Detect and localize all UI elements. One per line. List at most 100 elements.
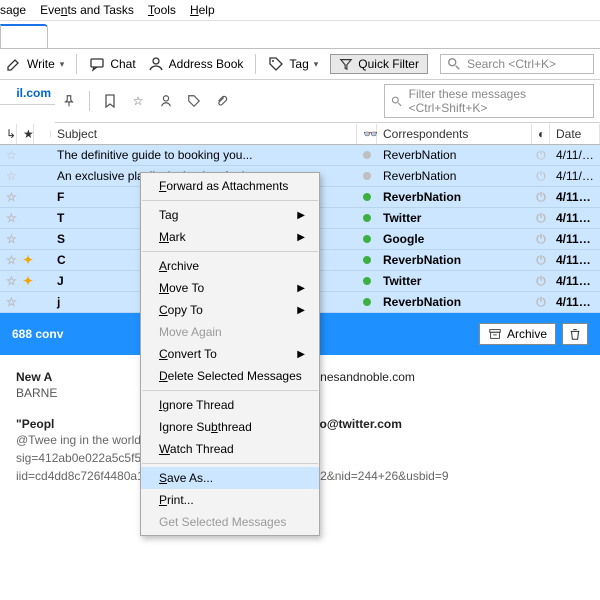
write-label: Write: [27, 57, 55, 71]
person-icon: [148, 56, 164, 72]
delete-button[interactable]: [562, 323, 588, 345]
contact-icon[interactable]: [158, 93, 174, 109]
new-indicator: [17, 153, 34, 157]
star-icon[interactable]: ☆: [0, 272, 17, 290]
star-icon[interactable]: ☆: [0, 146, 17, 164]
star-icon[interactable]: ☆: [0, 167, 17, 185]
message-row[interactable]: ☆The definitive guide to booking you...R…: [0, 145, 600, 166]
chat-button[interactable]: Chat: [89, 56, 135, 72]
indicator-cell: ⏻: [532, 230, 550, 249]
date-cell: 4/11/20: [550, 167, 600, 185]
attachment-icon[interactable]: [214, 93, 230, 109]
menu-item-label: Delete Selected Messages: [159, 369, 302, 383]
pencil-icon: [6, 56, 22, 72]
account-label[interactable]: il.com: [0, 80, 55, 105]
archive-label: Archive: [507, 327, 547, 341]
menu-item[interactable]: Delete Selected Messages: [141, 365, 319, 387]
menu-item[interactable]: Archive: [141, 255, 319, 277]
read-cell[interactable]: [357, 296, 377, 308]
col-read[interactable]: 👓: [357, 124, 377, 144]
global-search[interactable]: Search <Ctrl+K>: [440, 54, 594, 74]
menu-item-label: Print...: [159, 493, 194, 507]
col-thread[interactable]: ↳: [0, 124, 17, 144]
col-correspondents[interactable]: Correspondents: [377, 124, 532, 144]
menu-item-label: Move Again: [159, 325, 222, 339]
menu-tools[interactable]: Tools: [148, 3, 176, 17]
separator: [89, 91, 90, 111]
read-cell[interactable]: [357, 254, 377, 266]
col-indicator[interactable]: ◐: [532, 124, 550, 144]
tag-button[interactable]: Tag ▾: [268, 56, 318, 72]
menu-item-label: Ignore Thread: [159, 398, 234, 412]
address-book-button[interactable]: Address Book: [148, 56, 244, 72]
menu-item[interactable]: Forward as Attachments: [141, 175, 319, 197]
search-icon: [391, 95, 403, 108]
col-attachment[interactable]: [34, 131, 51, 137]
archive-button[interactable]: Archive: [479, 323, 556, 345]
attachment-cell: [34, 279, 51, 283]
read-cell[interactable]: [357, 170, 377, 182]
menu-item[interactable]: Tag▶: [141, 204, 319, 226]
star-icon[interactable]: ☆: [130, 93, 146, 109]
main-toolbar: Write ▾ Chat Address Book Tag ▾ Quick Fi…: [0, 49, 600, 80]
pin-icon[interactable]: [61, 93, 77, 109]
star-icon[interactable]: ☆: [0, 251, 17, 269]
menu-item-label: Forward as Attachments: [159, 179, 288, 193]
read-cell[interactable]: [357, 191, 377, 203]
star-icon[interactable]: ☆: [0, 209, 17, 227]
date-cell: 4/11/20: [550, 188, 600, 206]
menu-message[interactable]: sage: [0, 3, 26, 17]
read-cell[interactable]: [357, 149, 377, 161]
star-icon[interactable]: ☆: [0, 230, 17, 248]
submenu-arrow-icon: ▶: [297, 305, 305, 316]
column-headers: ↳ ★ Subject 👓 Correspondents ◐ Date: [0, 123, 600, 145]
bookmark-icon[interactable]: [102, 93, 118, 109]
tab-mail[interactable]: [0, 24, 48, 48]
star-icon[interactable]: ☆: [0, 293, 17, 311]
separator: [76, 54, 77, 74]
col-subject[interactable]: Subject: [51, 124, 357, 144]
menu-item[interactable]: Move To▶: [141, 277, 319, 299]
menu-item[interactable]: Print...: [141, 489, 319, 511]
col-star[interactable]: ★: [17, 124, 34, 144]
menu-separator: [142, 200, 318, 201]
tab-strip: [0, 21, 600, 49]
menu-item[interactable]: Convert To▶: [141, 343, 319, 365]
message-filter-search[interactable]: Filter these messages <Ctrl+Shift+K>: [384, 84, 594, 118]
menu-item[interactable]: Ignore Thread: [141, 394, 319, 416]
menu-item[interactable]: Watch Thread: [141, 438, 319, 460]
quick-filter-button[interactable]: Quick Filter: [330, 54, 428, 74]
context-menu: Forward as AttachmentsTag▶Mark▶ArchiveMo…: [140, 172, 320, 536]
date-cell: 4/11/20: [550, 251, 600, 269]
indicator-cell: ⏻: [532, 251, 550, 270]
correspondent-cell: ReverbNation: [377, 167, 532, 185]
menu-separator: [142, 463, 318, 464]
new-indicator: [17, 300, 34, 304]
read-cell[interactable]: [357, 212, 377, 224]
indicator-cell: ⏻: [532, 272, 550, 291]
indicator-cell: ⏻: [532, 146, 550, 165]
correspondent-cell: Twitter: [377, 272, 532, 290]
menu-item: Get Selected Messages: [141, 511, 319, 533]
submenu-arrow-icon: ▶: [297, 210, 305, 221]
menu-separator: [142, 251, 318, 252]
funnel-icon: [339, 57, 353, 71]
col-date[interactable]: Date: [550, 124, 600, 144]
menu-item[interactable]: Copy To▶: [141, 299, 319, 321]
filter-placeholder: Filter these messages <Ctrl+Shift+K>: [409, 87, 587, 115]
menu-item-label: Mark: [159, 230, 186, 244]
menu-item-label: Ignore Subthread: [159, 420, 252, 434]
menu-item[interactable]: Mark▶: [141, 226, 319, 248]
menu-events[interactable]: Events and Tasks: [40, 3, 134, 17]
indicator-cell: ⏻: [532, 209, 550, 228]
read-cell[interactable]: [357, 275, 377, 287]
tag-filter-icon[interactable]: [186, 93, 202, 109]
write-button[interactable]: Write ▾: [6, 56, 64, 72]
read-cell[interactable]: [357, 233, 377, 245]
menu-item[interactable]: Save As...: [141, 467, 319, 489]
star-icon[interactable]: ☆: [0, 188, 17, 206]
menu-item[interactable]: Ignore Subthread: [141, 416, 319, 438]
date-cell: 4/11/20: [550, 146, 600, 164]
new-indicator: [17, 174, 34, 178]
menu-help[interactable]: Help: [190, 3, 215, 17]
